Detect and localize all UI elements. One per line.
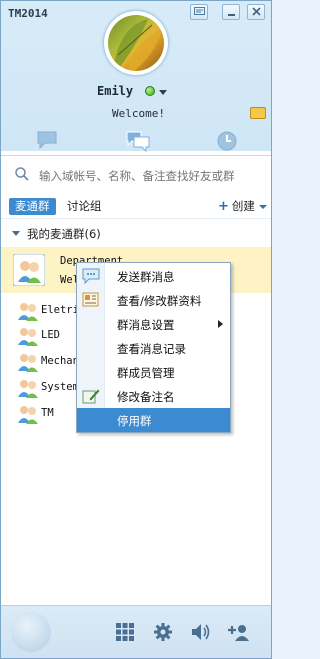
app-logo-icon	[11, 612, 51, 652]
menu-item-group-profile[interactable]: 查看/修改群资料	[77, 288, 230, 312]
tab-discussions[interactable]: 讨论组	[67, 198, 102, 215]
volume-icon[interactable]	[191, 623, 211, 641]
menu-item-label: 发送群消息	[117, 270, 175, 284]
user-signature[interactable]: Welcome!	[112, 107, 165, 120]
group-icon	[18, 406, 38, 424]
section-title: 我的麦通群(6)	[27, 227, 101, 241]
collapse-icon	[12, 231, 20, 236]
group-avatar-icon	[13, 254, 45, 286]
group-name: Eletri	[41, 304, 79, 316]
search-bar	[1, 155, 271, 195]
settings-icon[interactable]	[154, 623, 172, 641]
message-icon	[82, 268, 100, 284]
menu-item-label: 查看/修改群资料	[117, 294, 202, 308]
create-label: 创建	[231, 199, 255, 213]
mailbox-icon[interactable]	[250, 107, 266, 119]
group-tabs: 麦通群 讨论组 + 创建	[1, 194, 271, 219]
apps-grid-icon[interactable]	[116, 623, 134, 641]
menu-item-message-history[interactable]: 查看消息记录	[77, 336, 230, 360]
group-chat-icon	[126, 131, 150, 152]
online-status-icon[interactable]	[145, 86, 155, 96]
tab-groups[interactable]	[91, 125, 181, 155]
group-icon	[18, 354, 38, 372]
chat-bubble-icon	[37, 131, 57, 150]
group-icon	[18, 380, 38, 398]
group-name: Mechan	[41, 355, 79, 367]
create-dropdown-icon[interactable]	[259, 205, 267, 209]
main-window: TM2014 Emily Welcome! 输入域帐号、名称、备注查找好友或群 …	[0, 0, 272, 659]
clock-icon	[217, 131, 237, 151]
group-icon	[18, 303, 38, 321]
group-name: System	[41, 381, 79, 393]
status-dropdown-icon[interactable]	[159, 90, 167, 95]
edit-icon	[82, 389, 100, 404]
search-input[interactable]	[37, 165, 266, 187]
group-name: TM	[41, 407, 54, 419]
app-title: TM2014	[8, 7, 48, 20]
group-name: LED	[41, 329, 60, 341]
main-tabs	[1, 125, 271, 155]
menu-item-label: 停用群	[117, 414, 152, 428]
profile-card-icon	[82, 292, 99, 307]
avatar[interactable]	[108, 15, 164, 71]
close-button[interactable]	[247, 4, 265, 20]
bottom-toolbar	[1, 605, 271, 658]
tab-recent[interactable]	[181, 125, 271, 155]
section-header[interactable]: 我的麦通群(6)	[1, 223, 271, 245]
minimize-button[interactable]	[222, 4, 240, 20]
user-name[interactable]: Emily	[97, 84, 133, 98]
close-icon	[252, 7, 261, 16]
menu-item-label: 群消息设置	[117, 318, 175, 332]
menu-item-label: 修改备注名	[117, 390, 175, 404]
context-menu: 发送群消息 查看/修改群资料 群消息设置 查看消息记录 群成员管理 修改备注名 …	[76, 262, 231, 433]
feedback-button[interactable]	[190, 4, 208, 20]
menu-item-disable-group[interactable]: 停用群	[77, 408, 230, 432]
menu-item-rename[interactable]: 修改备注名	[77, 384, 230, 408]
search-icon	[15, 167, 29, 181]
create-button[interactable]: + 创建	[218, 198, 255, 215]
add-contact-icon[interactable]	[227, 623, 249, 641]
tab-conversations[interactable]	[1, 125, 91, 155]
feedback-icon	[194, 7, 205, 15]
menu-item-message-settings[interactable]: 群消息设置	[77, 312, 230, 336]
menu-item-send-group-message[interactable]: 发送群消息	[77, 264, 230, 288]
menu-item-label: 查看消息记录	[117, 342, 186, 356]
leaf-photo-icon	[114, 19, 162, 71]
menu-item-label: 群成员管理	[117, 366, 175, 380]
submenu-arrow-icon	[218, 320, 223, 328]
minimize-icon	[228, 14, 235, 16]
plus-icon: +	[218, 199, 229, 214]
tab-my-groups[interactable]: 麦通群	[9, 198, 56, 215]
menu-item-member-management[interactable]: 群成员管理	[77, 360, 230, 384]
group-icon	[18, 328, 38, 346]
